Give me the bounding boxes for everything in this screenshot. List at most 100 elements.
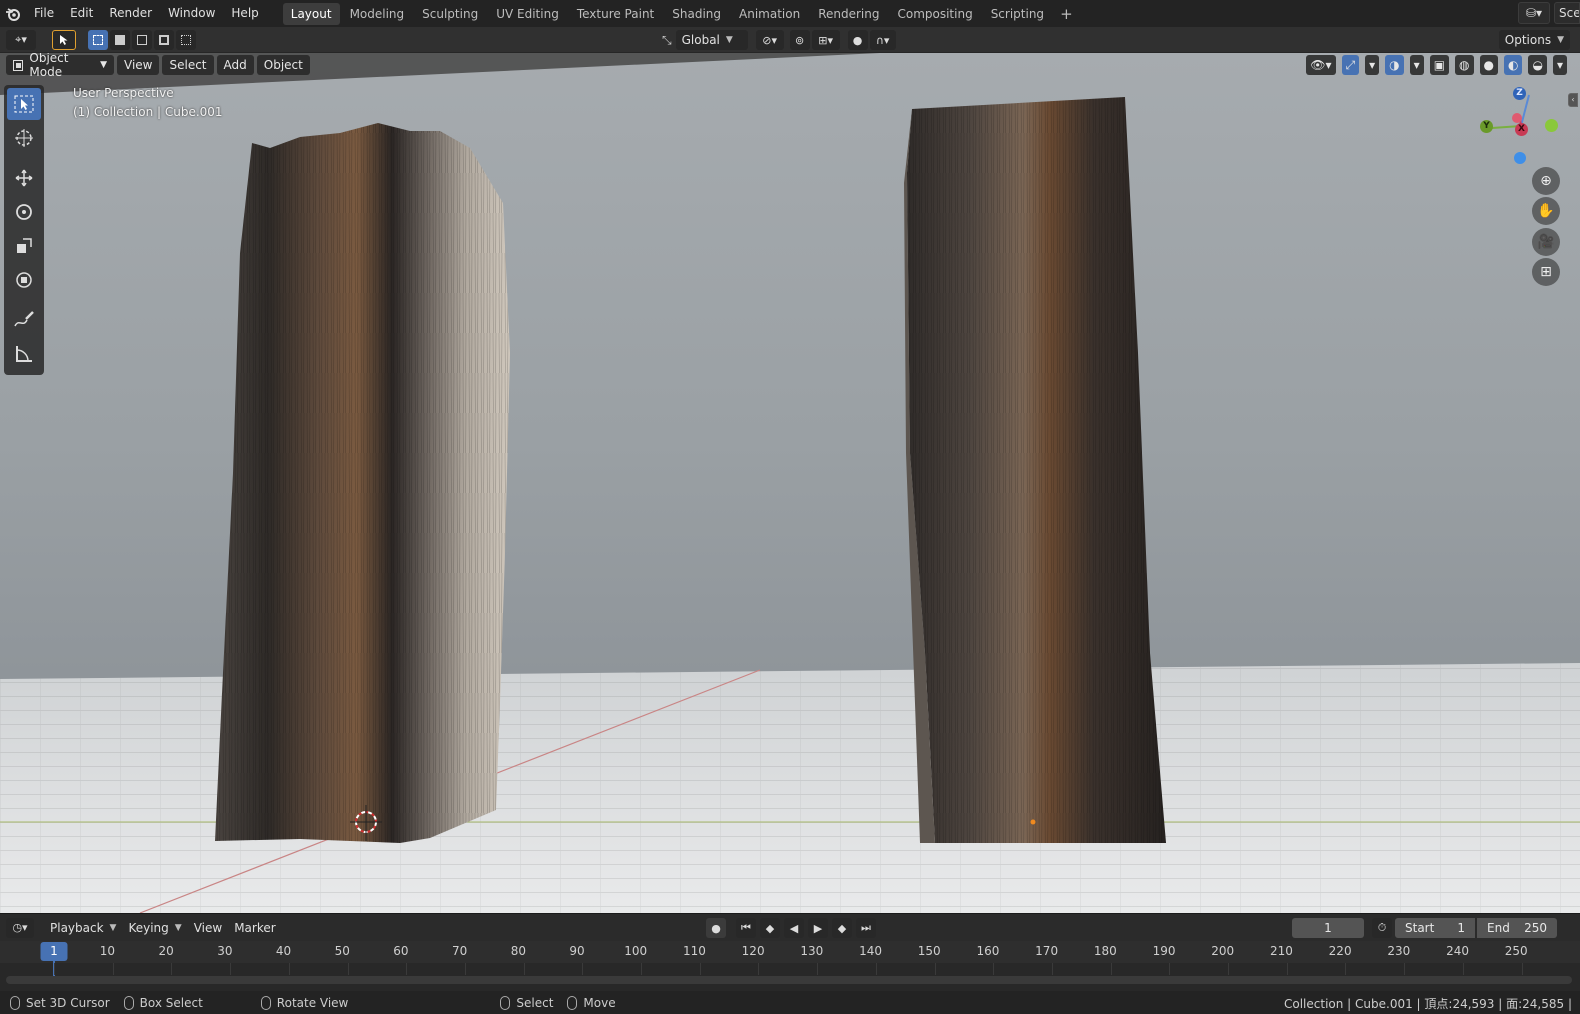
camera-view-icon[interactable]: 🎥 — [1532, 228, 1560, 256]
tool-annotate-icon[interactable] — [7, 304, 41, 336]
visibility-icon[interactable]: 👁▾ — [1306, 55, 1336, 75]
tool-rotate-icon[interactable] — [7, 196, 41, 228]
editor-type-icon[interactable]: ⌖▾ — [6, 29, 36, 50]
gizmo-toggle-icon[interactable]: ⤢ — [1341, 55, 1360, 75]
collapse-sidebar-icon[interactable]: ‹ — [1568, 93, 1578, 107]
timeline-editor-type-icon[interactable]: ◷▾ — [6, 917, 34, 938]
tool-transform-icon[interactable] — [7, 264, 41, 296]
playhead-frame[interactable]: 1 — [40, 942, 68, 961]
pan-hand-icon[interactable]: ✋ — [1532, 197, 1560, 225]
viewport-menu-add[interactable]: Add — [216, 55, 254, 75]
mode-subtract-selection-icon[interactable] — [132, 29, 152, 50]
object-mode-dropdown[interactable]: Object Mode ▼ — [6, 53, 114, 79]
menu-window[interactable]: Window — [160, 0, 223, 27]
start-frame-field[interactable]: Start 1 — [1395, 918, 1475, 938]
tool-move-icon[interactable] — [7, 162, 41, 194]
menu-file[interactable]: File — [26, 0, 62, 27]
tab-modeling[interactable]: Modeling — [342, 3, 413, 25]
playback-menu[interactable]: Playback ▼ — [44, 918, 122, 938]
end-label: End — [1487, 921, 1510, 935]
falloff-icon[interactable]: ∩▾ — [869, 30, 896, 50]
ruler-gridline — [112, 963, 114, 975]
tab-texture-paint[interactable]: Texture Paint — [569, 3, 662, 25]
gizmo-z-axis[interactable]: Z — [1513, 87, 1526, 100]
scene-browse-icon[interactable]: ⛁▾ — [1518, 2, 1550, 24]
gizmo-x-neg-dot[interactable] — [1512, 113, 1522, 123]
marker-menu[interactable]: Marker — [228, 918, 281, 938]
record-icon[interactable]: ● — [706, 918, 726, 938]
tool-select-box-icon[interactable] — [7, 88, 41, 120]
pivot-point-icon[interactable]: ⊘▾ — [755, 30, 784, 50]
tool-measure-icon[interactable] — [7, 338, 41, 370]
shading-menu-icon[interactable]: ▾ — [1552, 55, 1567, 75]
zoom-icon[interactable]: ⊕ — [1532, 167, 1560, 195]
gizmo-y-axis[interactable]: Y — [1480, 120, 1493, 133]
mode-intersect-selection-icon[interactable] — [176, 29, 196, 50]
ruler-gridline — [1110, 963, 1112, 975]
navigation-gizmo[interactable]: Z Y X — [1480, 85, 1570, 165]
viewport-scene — [0, 53, 1580, 913]
tab-uv-editing[interactable]: UV Editing — [488, 3, 567, 25]
add-workspace-icon[interactable]: + — [1054, 5, 1079, 23]
xray-toggle-icon[interactable]: ▣ — [1429, 55, 1450, 75]
scene-name-field[interactable]: Scer — [1554, 2, 1580, 24]
solid-shading-icon[interactable]: ● — [1479, 55, 1498, 75]
perspective-toggle-icon[interactable]: ⊞ — [1532, 258, 1560, 286]
gizmo-menu-icon[interactable]: ▾ — [1365, 55, 1380, 75]
ruler-tick-label: 160 — [976, 944, 1000, 958]
gizmo-x-axis[interactable]: X — [1515, 123, 1528, 136]
preview-range-icon[interactable]: ⏱ — [1372, 918, 1392, 938]
snap-target-icon[interactable]: ⊞▾ — [811, 30, 840, 50]
gizmo-z-neg-dot[interactable] — [1514, 152, 1526, 164]
snap-toggle-icon[interactable]: ⊚ — [789, 30, 810, 50]
menu-edit[interactable]: Edit — [62, 0, 101, 27]
mode-extend-selection-icon[interactable] — [110, 29, 130, 50]
menu-render[interactable]: Render — [101, 0, 160, 27]
menu-help[interactable]: Help — [223, 0, 266, 27]
transform-orientation-dropdown[interactable]: Global ▼ — [675, 30, 748, 50]
overlays-toggle-icon[interactable]: ◑ — [1385, 55, 1404, 75]
material-shading-icon[interactable]: ◐ — [1504, 55, 1523, 75]
ruler-tick-label: 190 — [1152, 944, 1176, 958]
keying-menu[interactable]: Keying ▼ — [122, 918, 187, 938]
ruler-tick-label: 90 — [569, 944, 585, 958]
tab-animation[interactable]: Animation — [731, 3, 808, 25]
orientation-label: Global — [681, 33, 720, 47]
current-frame-field[interactable]: 1 — [1292, 918, 1364, 938]
gizmo-y-neg-dot[interactable] — [1545, 119, 1558, 132]
timeline-view-menu[interactable]: View — [188, 918, 228, 938]
tab-sculpting[interactable]: Sculpting — [414, 3, 486, 25]
overlays-menu-icon[interactable]: ▾ — [1409, 55, 1424, 75]
tool-scale-icon[interactable] — [7, 230, 41, 262]
tab-rendering[interactable]: Rendering — [810, 3, 887, 25]
tab-compositing[interactable]: Compositing — [889, 3, 980, 25]
3d-viewport[interactable]: Object Mode ▼ View Select Add Object 👁▾ … — [0, 53, 1580, 913]
play-reverse-icon[interactable]: ◀ — [784, 918, 804, 938]
viewport-menu-select[interactable]: Select — [162, 55, 214, 75]
play-icon[interactable]: ▶ — [808, 918, 828, 938]
tab-scripting[interactable]: Scripting — [983, 3, 1052, 25]
mode-difference-selection-icon[interactable] — [154, 29, 174, 50]
ruler-gridline — [347, 963, 349, 975]
select-tool-icon[interactable] — [52, 29, 76, 50]
jump-end-icon[interactable]: ⏭ — [856, 918, 876, 938]
end-frame-field[interactable]: End 250 — [1477, 918, 1557, 938]
tool-cursor-icon[interactable] — [7, 122, 41, 154]
ruler-gridline — [1404, 963, 1406, 975]
viewport-menu-view[interactable]: View — [117, 55, 160, 75]
rendered-shading-icon[interactable]: ◒ — [1528, 55, 1547, 75]
jump-prev-keyframe-icon[interactable]: ◆ — [760, 918, 780, 938]
blender-logo-icon[interactable] — [0, 0, 26, 27]
tab-layout[interactable]: Layout — [282, 2, 340, 25]
proportional-edit-icon[interactable]: ● — [847, 30, 868, 50]
wireframe-shading-icon[interactable]: ◍ — [1455, 55, 1474, 75]
viewport-menu-object[interactable]: Object — [256, 55, 310, 75]
jump-next-keyframe-icon[interactable]: ◆ — [832, 918, 852, 938]
jump-start-icon[interactable]: ⏮ — [736, 918, 756, 938]
tab-shading[interactable]: Shading — [664, 3, 729, 25]
timeline-scrollbar[interactable] — [6, 976, 1572, 984]
timeline[interactable]: 10 20 30 40 50 60 70 80 90 100 110 120 130 140 150 160 1… — [0, 941, 1580, 991]
mode-new-selection-icon[interactable] — [88, 29, 108, 50]
frame-ruler[interactable]: 10 20 30 40 50 60 70 80 90 100 110 120 130 140 150 160 1… — [0, 941, 1580, 963]
options-dropdown[interactable]: Options ▼ — [1498, 30, 1570, 50]
